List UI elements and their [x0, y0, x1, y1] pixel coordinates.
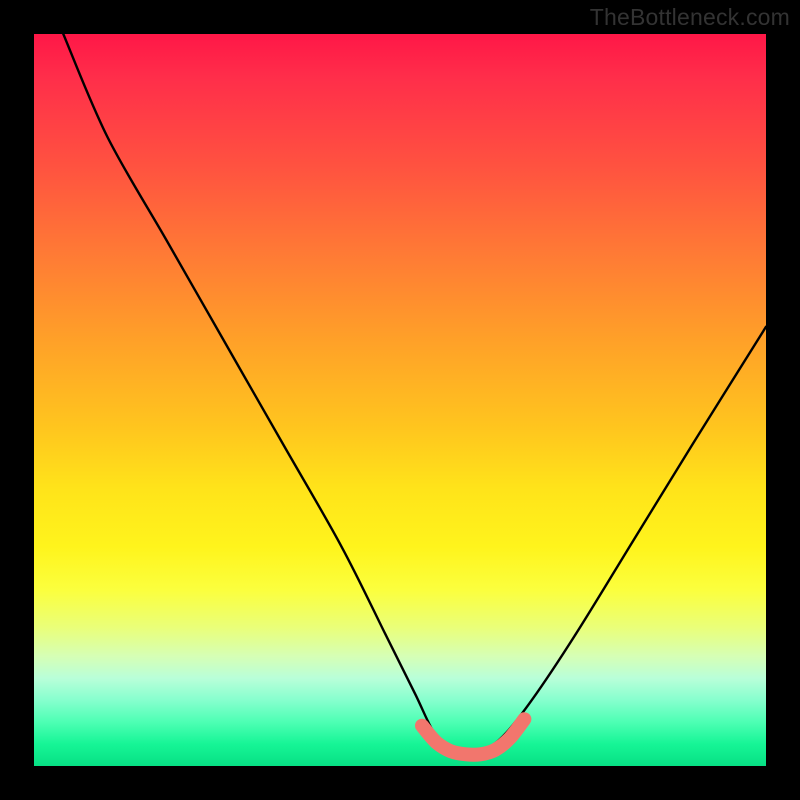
watermark-text: TheBottleneck.com	[590, 4, 790, 31]
sweet-spot-band-path	[422, 719, 524, 755]
bottleneck-curve-path	[63, 34, 766, 753]
plot-area	[34, 34, 766, 766]
chart-frame: TheBottleneck.com	[0, 0, 800, 800]
curve-layer	[34, 34, 766, 766]
